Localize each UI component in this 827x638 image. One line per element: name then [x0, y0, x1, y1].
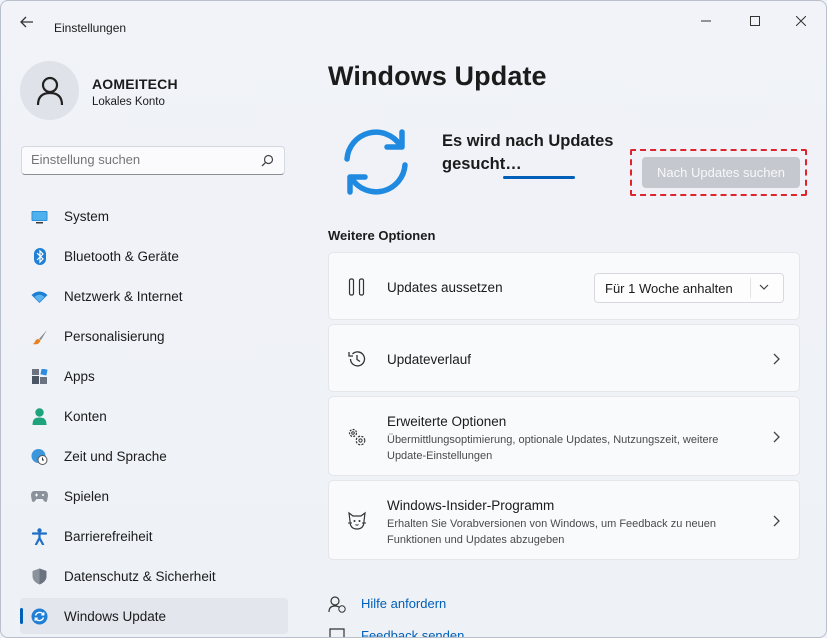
insider-program-card[interactable]: Windows-Insider-Programm Erhalten Sie Vo… [328, 480, 800, 560]
monitor-icon [31, 208, 48, 225]
maximize-icon [750, 16, 760, 26]
sidebar-item-privacy[interactable]: Datenschutz & Sicherheit [20, 558, 288, 594]
pause-icon [347, 277, 367, 297]
avatar[interactable] [20, 61, 79, 120]
sidebar-item-label: System [64, 208, 110, 224]
sidebar-item-label: Barrierefreiheit [64, 528, 153, 544]
globe-clock-icon [31, 448, 48, 465]
sidebar-item-time-language[interactable]: Zeit und Sprache [20, 438, 288, 474]
sidebar-item-network[interactable]: Netzwerk & Internet [20, 278, 288, 314]
sync-icon [31, 608, 48, 625]
pause-updates-card: Updates aussetzen Für 1 Woche anhalten [328, 252, 800, 320]
close-icon [796, 16, 806, 26]
help-link-row[interactable]: Hilfe anfordern [328, 595, 446, 613]
sidebar-item-windows-update[interactable]: Windows Update [20, 598, 288, 634]
update-history-card[interactable]: Updateverlauf [328, 324, 800, 392]
wifi-icon [31, 288, 48, 305]
progress-indicator [503, 176, 575, 179]
sidebar-item-personalization[interactable]: Personalisierung [20, 318, 288, 354]
close-button[interactable] [778, 7, 824, 35]
arrow-left-icon [20, 16, 33, 28]
sidebar-item-apps[interactable]: Apps [20, 358, 288, 394]
card-title: Updates aussetzen [387, 280, 503, 295]
search-icon[interactable] [261, 154, 274, 167]
dropdown-value: Für 1 Woche anhalten [605, 281, 733, 296]
settings-window: Einstellungen AOMEITECH Lokales Konto Sy… [0, 0, 827, 638]
card-description: Übermittlungsoptimierung, optionale Upda… [387, 434, 719, 462]
sidebar-item-label: Konten [64, 408, 107, 424]
help-icon [328, 596, 346, 613]
sync-icon [344, 129, 408, 195]
card-title: Erweiterte Optionen [387, 414, 507, 429]
apps-icon [31, 368, 48, 385]
back-button[interactable] [15, 13, 39, 31]
accessibility-icon [31, 528, 48, 545]
person-icon [36, 76, 63, 105]
sidebar-item-system[interactable]: System [20, 198, 288, 234]
sidebar-item-label: Bluetooth & Geräte [64, 248, 179, 264]
gears-icon [347, 427, 367, 447]
chevron-down-icon [759, 284, 769, 290]
section-title: Weitere Optionen [328, 228, 436, 243]
check-for-updates-button[interactable]: Nach Updates suchen [642, 157, 800, 188]
sidebar-item-accounts[interactable]: Konten [20, 398, 288, 434]
app-title: Einstellungen [54, 21, 127, 35]
advanced-options-card[interactable]: Erweiterte Optionen Übermittlungsoptimie… [328, 396, 800, 476]
card-title: Updateverlauf [387, 352, 472, 367]
search-box[interactable] [21, 146, 285, 175]
sidebar-item-accessibility[interactable]: Barrierefreiheit [20, 518, 288, 554]
brush-icon [31, 328, 48, 345]
minimize-icon [701, 20, 711, 22]
bluetooth-icon [31, 248, 48, 265]
pause-duration-dropdown[interactable]: Für 1 Woche anhalten [594, 273, 784, 303]
card-description: Erhalten Sie Vorabversionen von Windows,… [387, 518, 716, 546]
help-link[interactable]: Hilfe anfordern [361, 596, 446, 611]
user-name: AOMEITECH [92, 76, 178, 92]
insider-cat-icon [347, 511, 367, 531]
account-type: Lokales Konto [92, 96, 165, 108]
sidebar-item-label: Apps [64, 368, 95, 384]
person-icon [31, 408, 48, 425]
feedback-link[interactable]: Feedback senden [361, 628, 464, 637]
title-bar: Einstellungen [1, 1, 826, 41]
sidebar-nav: System Bluetooth & Geräte Netzwerk & Int… [20, 198, 288, 637]
sidebar-item-label: Datenschutz & Sicherheit [64, 568, 216, 584]
divider [750, 278, 751, 298]
chevron-right-icon [773, 353, 780, 365]
maximize-button[interactable] [732, 7, 778, 35]
shield-icon [31, 568, 48, 585]
history-icon [347, 349, 367, 369]
gamepad-icon [31, 488, 48, 505]
sidebar-item-label: Windows Update [64, 608, 167, 624]
feedback-icon [329, 628, 345, 637]
chevron-right-icon [773, 431, 780, 443]
update-status-text: Es wird nach Updates gesucht… [442, 132, 614, 173]
sidebar-item-label: Netzwerk & Internet [64, 288, 183, 304]
minimize-button[interactable] [683, 7, 729, 35]
sidebar-item-label: Spielen [64, 488, 110, 504]
page-title: Windows Update [328, 61, 547, 91]
sidebar-item-gaming[interactable]: Spielen [20, 478, 288, 514]
chevron-right-icon [773, 515, 780, 527]
search-input[interactable] [31, 152, 251, 167]
sidebar-item-bluetooth[interactable]: Bluetooth & Geräte [20, 238, 288, 274]
card-title: Windows-Insider-Programm [387, 498, 555, 513]
sidebar-item-label: Zeit und Sprache [64, 448, 167, 464]
sidebar-item-label: Personalisierung [64, 328, 165, 344]
feedback-link-row[interactable]: Feedback senden [328, 627, 464, 637]
